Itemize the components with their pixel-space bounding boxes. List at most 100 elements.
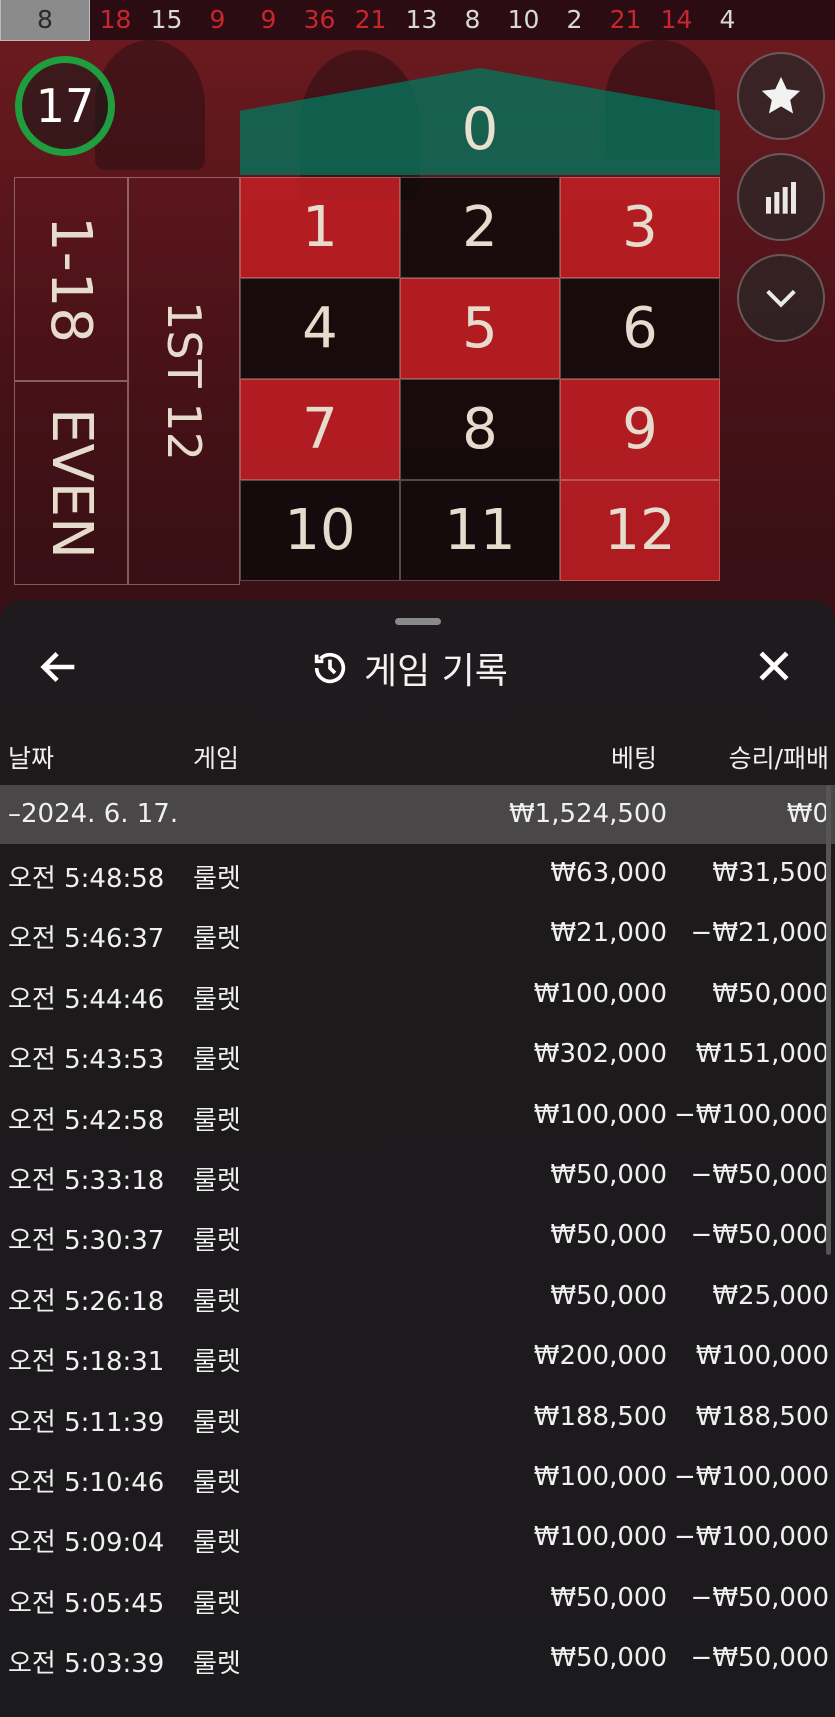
row-game: 룰렛 xyxy=(193,1528,241,1559)
row-result: ₩31,500 xyxy=(712,858,829,888)
row-bet: ₩50,000 xyxy=(550,1582,667,1613)
row-game: 룰렛 xyxy=(193,1407,241,1438)
row-game: 룰렛 xyxy=(193,1286,241,1317)
group-result-total: ₩0 xyxy=(786,799,829,829)
history-result: 14 xyxy=(660,5,693,34)
history-result: 13 xyxy=(405,5,438,34)
col-result-header: 승리/패배 xyxy=(728,744,829,773)
favorite-button[interactable] xyxy=(737,52,825,140)
even-label: EVEN xyxy=(38,407,104,559)
history-list: –2024. 6. 17. ₩1,524,500 ₩0 오전 5:48:58 룰렛… xyxy=(0,785,835,1689)
history-row[interactable]: 오전 5:48:58 룰렛 ₩63,000 ₩31,500 xyxy=(0,844,835,904)
collapse-button[interactable] xyxy=(737,254,825,342)
date-group-row[interactable]: –2024. 6. 17. ₩1,524,500 ₩0 xyxy=(0,785,835,844)
row-game: 룰렛 xyxy=(193,1588,241,1619)
row-game: 룰렛 xyxy=(193,864,241,894)
number-cell[interactable]: 1 xyxy=(240,177,400,278)
number-cell[interactable]: 4 xyxy=(240,278,400,379)
history-result: 9 xyxy=(260,5,277,34)
row-game: 룰렛 xyxy=(193,1105,241,1136)
close-button[interactable] xyxy=(752,644,798,690)
history-row[interactable]: 오전 5:10:46 룰렛 ₩100,000 −₩100,000 xyxy=(0,1448,835,1508)
row-game: 룰렛 xyxy=(193,1649,241,1680)
history-result: 9 xyxy=(209,5,226,34)
row-time: 오전 5:46:37 xyxy=(8,924,165,955)
scrollbar[interactable] xyxy=(826,785,831,1255)
number-cell[interactable]: 6 xyxy=(560,278,720,379)
history-result: 21 xyxy=(354,5,387,34)
drag-handle[interactable] xyxy=(395,618,441,625)
number-cell[interactable]: 10 xyxy=(240,480,400,581)
betting-grid: 1 2 3 4 5 6 7 8 9 10 11 12 xyxy=(240,177,720,581)
number-cell[interactable]: 2 xyxy=(400,177,560,278)
panel-header: 게임 기록 xyxy=(0,630,835,705)
col-date-header: 날짜 xyxy=(8,744,55,773)
history-icon xyxy=(314,652,346,684)
history-row[interactable]: 오전 5:05:45 룰렛 ₩50,000 −₩50,000 xyxy=(0,1569,835,1629)
row-time: 오전 5:09:04 xyxy=(8,1528,165,1559)
bet-even[interactable]: EVEN xyxy=(14,381,128,585)
row-bet: ₩100,000 xyxy=(533,1099,667,1130)
row-bet: ₩50,000 xyxy=(550,1159,667,1190)
history-row[interactable]: 오전 5:09:04 룰렛 ₩100,000 −₩100,000 xyxy=(0,1508,835,1568)
row-game: 룰렛 xyxy=(193,984,241,1015)
row-bet: ₩63,000 xyxy=(550,858,667,888)
number-cell[interactable]: 3 xyxy=(560,177,720,278)
row-result: ₩100,000 xyxy=(695,1341,829,1372)
stats-icon xyxy=(766,182,796,214)
row-bet: ₩188,500 xyxy=(533,1401,667,1432)
history-row[interactable]: 오전 5:43:53 룰렛 ₩302,000 ₩151,000 xyxy=(0,1025,835,1085)
number-cell[interactable]: 7 xyxy=(240,379,400,480)
group-bet-total: ₩1,524,500 xyxy=(508,799,667,829)
group-date: –2024. 6. 17. xyxy=(8,799,179,829)
number-cell[interactable]: 9 xyxy=(560,379,720,480)
row-result: −₩100,000 xyxy=(673,1461,829,1492)
row-time: 오전 5:11:39 xyxy=(8,1407,165,1438)
row-bet: ₩50,000 xyxy=(550,1220,667,1251)
history-result: 21 xyxy=(609,5,642,34)
back-button[interactable] xyxy=(36,644,82,690)
history-row[interactable]: 오전 5:44:46 룰렛 ₩100,000 ₩50,000 xyxy=(0,965,835,1025)
row-bet: ₩100,000 xyxy=(533,978,667,1009)
dozen-label: 1ST 12 xyxy=(157,301,212,461)
history-row[interactable]: 오전 5:46:37 룰렛 ₩21,000 −₩21,000 xyxy=(0,904,835,964)
row-bet: ₩21,000 xyxy=(550,918,667,949)
col-game-header: 게임 xyxy=(193,744,240,773)
row-time: 오전 5:10:46 xyxy=(8,1467,165,1498)
row-time: 오전 5:26:18 xyxy=(8,1286,165,1317)
row-result: ₩151,000 xyxy=(695,1039,829,1070)
number-cell[interactable]: 12 xyxy=(560,480,720,581)
row-game: 룰렛 xyxy=(193,1347,241,1378)
statistics-button[interactable] xyxy=(737,153,825,241)
history-row[interactable]: 오전 5:03:39 룰렛 ₩50,000 −₩50,000 xyxy=(0,1629,835,1689)
row-result: −₩50,000 xyxy=(690,1159,829,1190)
number-cell[interactable]: 5 xyxy=(400,278,560,379)
history-result: 4 xyxy=(719,5,736,34)
history-row[interactable]: 오전 5:18:31 룰렛 ₩200,000 ₩100,000 xyxy=(0,1327,835,1387)
row-result: −₩50,000 xyxy=(690,1582,829,1613)
row-bet: ₩50,000 xyxy=(550,1643,667,1674)
history-result: 18 xyxy=(99,5,132,34)
history-result: 15 xyxy=(150,5,183,34)
star-icon xyxy=(761,76,801,114)
history-row[interactable]: 오전 5:33:18 룰렛 ₩50,000 −₩50,000 xyxy=(0,1146,835,1206)
row-game: 룰렛 xyxy=(193,1467,241,1498)
row-game: 룰렛 xyxy=(193,1165,241,1196)
bet-low-1-18[interactable]: 1-18 xyxy=(14,177,128,381)
history-result: 8 xyxy=(0,0,90,41)
history-row[interactable]: 오전 5:11:39 룰렛 ₩188,500 ₩188,500 xyxy=(0,1388,835,1448)
game-history-panel: 게임 기록 날짜 게임 베팅 승리/패배 –2024. 6. 17. ₩1,52… xyxy=(0,600,835,1717)
number-cell[interactable]: 8 xyxy=(400,379,560,480)
history-row[interactable]: 오전 5:42:58 룰렛 ₩100,000 −₩100,000 xyxy=(0,1086,835,1146)
row-time: 오전 5:44:46 xyxy=(8,984,165,1015)
history-row[interactable]: 오전 5:26:18 룰렛 ₩50,000 ₩25,000 xyxy=(0,1267,835,1327)
history-row[interactable]: 오전 5:30:37 룰렛 ₩50,000 −₩50,000 xyxy=(0,1206,835,1266)
number-cell[interactable]: 11 xyxy=(400,480,560,581)
row-time: 오전 5:43:53 xyxy=(8,1045,165,1076)
bet-first-dozen[interactable]: 1ST 12 xyxy=(128,177,240,585)
column-headers: 날짜 게임 베팅 승리/패배 xyxy=(0,735,835,779)
history-rows: 오전 5:48:58 룰렛 ₩63,000 ₩31,500 오전 5:46:37 룰렛 ₩2… xyxy=(0,844,835,1689)
results-history-bar: 8 18 15 9 9 36 21 13 8 10 2 21 14 4 xyxy=(0,0,835,41)
close-icon xyxy=(759,651,789,681)
row-bet: ₩100,000 xyxy=(533,1522,667,1553)
